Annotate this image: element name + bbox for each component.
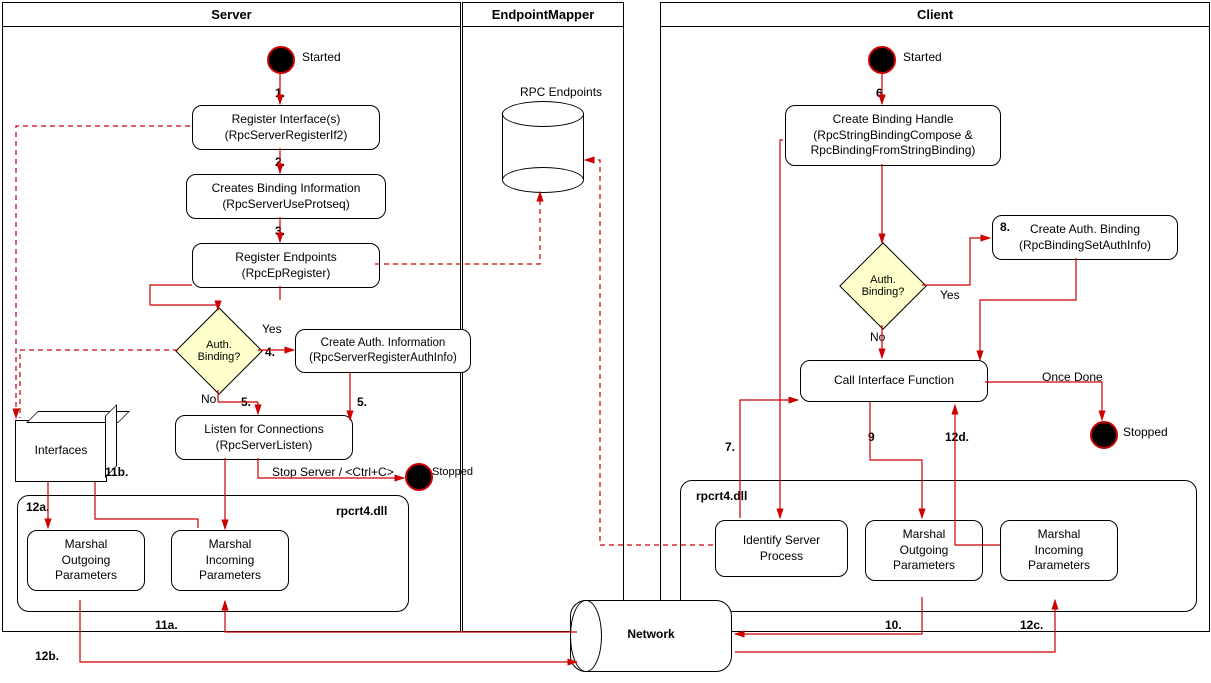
client-panel-title: Client bbox=[661, 3, 1209, 27]
client-marshal-out: Marshal Outgoing Parameters bbox=[865, 520, 983, 581]
server-panel-title: Server bbox=[3, 3, 460, 27]
step-11a: 11a. bbox=[155, 618, 178, 632]
server-rpcrt4-title: rpcrt4.dll bbox=[328, 500, 395, 522]
step-6: 6. bbox=[876, 86, 886, 100]
step-5a: 5. bbox=[241, 395, 251, 409]
step-7: 7. bbox=[725, 440, 735, 454]
client-started-label: Started bbox=[903, 50, 942, 64]
step-11b: 11b. bbox=[105, 465, 128, 479]
step-12b: 12b. bbox=[35, 649, 59, 663]
step-12d: 12d. bbox=[945, 430, 969, 444]
server-auth-yes: Yes bbox=[262, 322, 282, 336]
server-started-dot bbox=[267, 46, 295, 74]
step-3: 3. bbox=[275, 224, 285, 238]
client-marshal-in: Marshal Incoming Parameters bbox=[1000, 520, 1118, 581]
server-register-endpoints: Register Endpoints (RpcEpRegister) bbox=[192, 243, 380, 288]
client-stopped-dot bbox=[1090, 421, 1118, 449]
server-create-auth: Create Auth. Information (RpcServerRegis… bbox=[295, 329, 471, 373]
step-9: 9 bbox=[868, 430, 875, 444]
client-create-auth: Create Auth. Binding (RpcBindingSetAuthI… bbox=[992, 215, 1178, 260]
client-rpcrt4-title: rpcrt4.dll bbox=[688, 485, 755, 507]
rpc-endpoints-label: RPC Endpoints bbox=[520, 85, 602, 99]
client-once-done: Once Done bbox=[1042, 370, 1103, 384]
server-marshal-in: Marshal Incoming Parameters bbox=[171, 530, 289, 591]
server-started-label: Started bbox=[302, 50, 341, 64]
server-marshal-out: Marshal Outgoing Parameters bbox=[27, 530, 145, 591]
client-call-interface: Call Interface Function bbox=[800, 360, 988, 402]
server-auth-no: No bbox=[201, 392, 216, 406]
step-8: 8. bbox=[1000, 220, 1010, 234]
server-interfaces-cube: Interfaces bbox=[15, 420, 107, 482]
client-auth-yes: Yes bbox=[940, 288, 960, 302]
client-auth-no: No bbox=[870, 330, 885, 344]
step-5b: 5. bbox=[357, 395, 367, 409]
client-stopped-label: Stopped bbox=[1123, 425, 1168, 439]
step-10: 10. bbox=[885, 618, 902, 632]
step-1: 1. bbox=[275, 86, 285, 100]
server-stopped-label: Stopped bbox=[432, 466, 473, 478]
step-12c: 12c. bbox=[1020, 618, 1043, 632]
server-register-interface: Register Interface(s) (RpcServerRegister… bbox=[192, 105, 380, 150]
server-stopped-dot bbox=[405, 463, 433, 491]
endpoint-mapper-panel-title: EndpointMapper bbox=[463, 3, 623, 27]
client-create-binding: Create Binding Handle (RpcStringBindingC… bbox=[785, 105, 1001, 166]
rpc-endpoints-cylinder bbox=[502, 101, 582, 191]
step-12a: 12a. bbox=[26, 500, 49, 514]
step-4: 4. bbox=[265, 345, 275, 359]
client-identify-server: Identify Server Process bbox=[715, 520, 848, 577]
client-started-dot bbox=[868, 46, 896, 74]
step-2: 2. bbox=[275, 155, 285, 169]
server-listen: Listen for Connections (RpcServerListen) bbox=[175, 415, 353, 460]
network-node: Network bbox=[570, 600, 732, 672]
server-binding-info: Creates Binding Information (RpcServerUs… bbox=[186, 174, 386, 219]
server-stop-label: Stop Server / <Ctrl+C> bbox=[272, 465, 394, 479]
